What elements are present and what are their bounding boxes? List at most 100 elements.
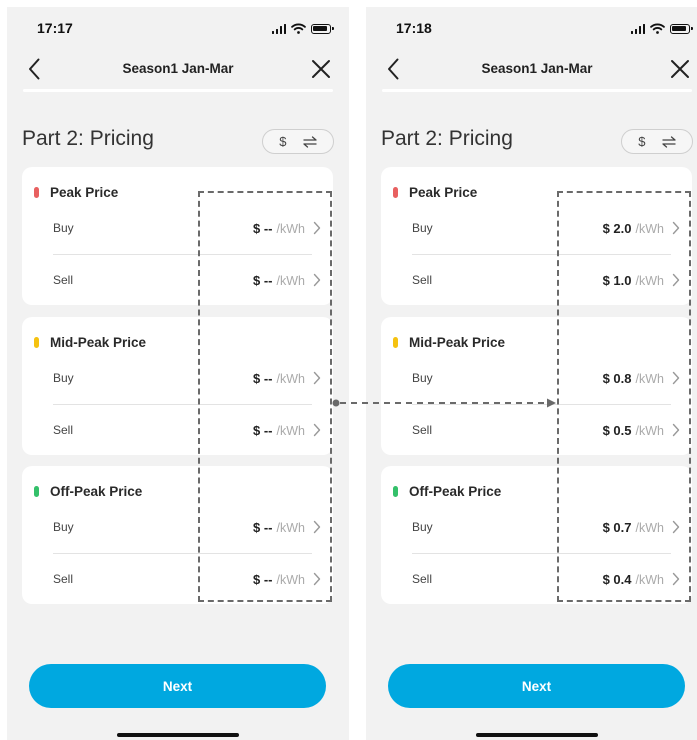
mid-peak-price-card: Mid-Peak Price Buy $ -- /kWh Sell $ -- /… bbox=[22, 317, 333, 455]
nav-divider bbox=[23, 89, 333, 92]
nav-bar: Season1 Jan-Mar bbox=[366, 51, 697, 87]
card-title: Mid-Peak Price bbox=[50, 335, 147, 350]
row-value: $ 0.8 /kWh bbox=[603, 371, 664, 386]
mid-peak-indicator-dot bbox=[34, 337, 39, 348]
mid-peak-sell-row[interactable]: Sell $ -- /kWh bbox=[53, 416, 321, 444]
price-unit: /kWh bbox=[635, 572, 664, 587]
row-divider bbox=[412, 404, 671, 405]
mid-peak-sell-row[interactable]: Sell $ 0.5 /kWh bbox=[412, 416, 680, 444]
row-label: Sell bbox=[53, 423, 74, 437]
row-label: Buy bbox=[412, 221, 433, 235]
row-divider bbox=[53, 553, 312, 554]
status-bar: 17:18 bbox=[366, 7, 697, 51]
price-value: $ -- bbox=[253, 519, 273, 535]
status-icons bbox=[271, 23, 334, 34]
battery-icon bbox=[311, 23, 334, 34]
row-value: $ -- /kWh bbox=[253, 520, 305, 535]
row-divider bbox=[412, 553, 671, 554]
mid-peak-price-card: Mid-Peak Price Buy $ 0.8 /kWh Sell $ 0.5… bbox=[381, 317, 692, 455]
row-divider bbox=[412, 254, 671, 255]
card-header: Off-Peak Price bbox=[34, 484, 142, 499]
row-value: $ -- /kWh bbox=[253, 371, 305, 386]
row-divider bbox=[53, 404, 312, 405]
mid-peak-buy-row[interactable]: Buy $ 0.8 /kWh bbox=[412, 364, 680, 392]
price-value: $ -- bbox=[253, 370, 273, 386]
peak-indicator-dot bbox=[393, 187, 398, 198]
mid-peak-buy-row[interactable]: Buy $ -- /kWh bbox=[53, 364, 321, 392]
chevron-right-icon bbox=[313, 221, 321, 235]
row-label: Sell bbox=[412, 273, 433, 287]
phone-screen-after: 17:18 Season1 Jan-Mar Part 2: Pricing $ … bbox=[366, 7, 697, 740]
chevron-right-icon bbox=[313, 520, 321, 534]
price-value: $ 0.5 bbox=[602, 422, 632, 438]
peak-sell-row[interactable]: Sell $ 1.0 /kWh bbox=[412, 266, 680, 294]
mid-peak-indicator-dot bbox=[393, 337, 398, 348]
row-label: Buy bbox=[412, 371, 433, 385]
row-value: $ 0.7 /kWh bbox=[603, 520, 664, 535]
card-header: Off-Peak Price bbox=[393, 484, 501, 499]
home-indicator bbox=[476, 733, 598, 737]
status-time: 17:17 bbox=[37, 20, 73, 36]
card-title: Off-Peak Price bbox=[409, 484, 502, 499]
currency-label: $ bbox=[279, 134, 287, 149]
price-unit: /kWh bbox=[276, 520, 305, 535]
peak-price-card: Peak Price Buy $ 2.0 /kWh Sell $ 1.0 /kW… bbox=[381, 167, 692, 305]
chevron-right-icon bbox=[313, 273, 321, 287]
peak-buy-row[interactable]: Buy $ -- /kWh bbox=[53, 214, 321, 242]
price-unit: /kWh bbox=[635, 371, 664, 386]
off-peak-price-card: Off-Peak Price Buy $ 0.7 /kWh Sell $ 0.4… bbox=[381, 466, 692, 604]
row-value: $ 0.4 /kWh bbox=[603, 572, 664, 587]
status-icons bbox=[630, 23, 693, 34]
card-title: Mid-Peak Price bbox=[409, 335, 506, 350]
row-value: $ 2.0 /kWh bbox=[603, 221, 664, 236]
off-peak-buy-row[interactable]: Buy $ -- /kWh bbox=[53, 513, 321, 541]
row-value: $ 0.5 /kWh bbox=[603, 423, 664, 438]
close-icon[interactable] bbox=[307, 55, 335, 83]
off-peak-sell-row[interactable]: Sell $ 0.4 /kWh bbox=[412, 565, 680, 593]
price-value: $ -- bbox=[253, 272, 273, 288]
price-unit: /kWh bbox=[635, 520, 664, 535]
peak-buy-row[interactable]: Buy $ 2.0 /kWh bbox=[412, 214, 680, 242]
unit-toggle[interactable]: $ bbox=[262, 129, 334, 154]
price-value: $ -- bbox=[253, 571, 273, 587]
chevron-right-icon bbox=[313, 371, 321, 385]
row-label: Sell bbox=[53, 273, 74, 287]
phone-screen-before: 17:17 Season1 Jan-Mar Part 2: Pricing $ … bbox=[7, 7, 349, 740]
row-label: Buy bbox=[53, 221, 74, 235]
home-indicator bbox=[117, 733, 239, 737]
status-bar: 17:17 bbox=[7, 7, 349, 51]
nav-title: Season1 Jan-Mar bbox=[481, 61, 593, 76]
chevron-right-icon bbox=[672, 273, 680, 287]
chevron-right-icon bbox=[313, 423, 321, 437]
peak-sell-row[interactable]: Sell $ -- /kWh bbox=[53, 266, 321, 294]
section-title: Part 2: Pricing bbox=[381, 127, 513, 150]
peak-price-card: Peak Price Buy $ -- /kWh Sell $ -- /kWh bbox=[22, 167, 333, 305]
section-title: Part 2: Pricing bbox=[22, 127, 154, 150]
nav-divider bbox=[382, 89, 692, 92]
next-button[interactable]: Next bbox=[388, 664, 685, 708]
next-button[interactable]: Next bbox=[29, 664, 326, 708]
peak-indicator-dot bbox=[34, 187, 39, 198]
price-unit: /kWh bbox=[276, 273, 305, 288]
off-peak-buy-row[interactable]: Buy $ 0.7 /kWh bbox=[412, 513, 680, 541]
chevron-right-icon bbox=[313, 572, 321, 586]
price-value: $ -- bbox=[253, 422, 273, 438]
price-unit: /kWh bbox=[276, 423, 305, 438]
chevron-right-icon bbox=[672, 221, 680, 235]
price-unit: /kWh bbox=[635, 423, 664, 438]
chevron-right-icon bbox=[672, 423, 680, 437]
wifi-icon bbox=[650, 23, 665, 34]
row-value: $ 1.0 /kWh bbox=[603, 273, 664, 288]
row-label: Sell bbox=[53, 572, 74, 586]
row-label: Buy bbox=[53, 520, 74, 534]
wifi-icon bbox=[291, 23, 306, 34]
close-icon[interactable] bbox=[666, 55, 694, 83]
row-value: $ -- /kWh bbox=[253, 572, 305, 587]
off-peak-price-card: Off-Peak Price Buy $ -- /kWh Sell $ -- /… bbox=[22, 466, 333, 604]
unit-toggle[interactable]: $ bbox=[621, 129, 693, 154]
currency-label: $ bbox=[638, 134, 646, 149]
signal-icon bbox=[271, 23, 286, 34]
nav-title: Season1 Jan-Mar bbox=[122, 61, 234, 76]
price-unit: /kWh bbox=[635, 273, 664, 288]
off-peak-sell-row[interactable]: Sell $ -- /kWh bbox=[53, 565, 321, 593]
